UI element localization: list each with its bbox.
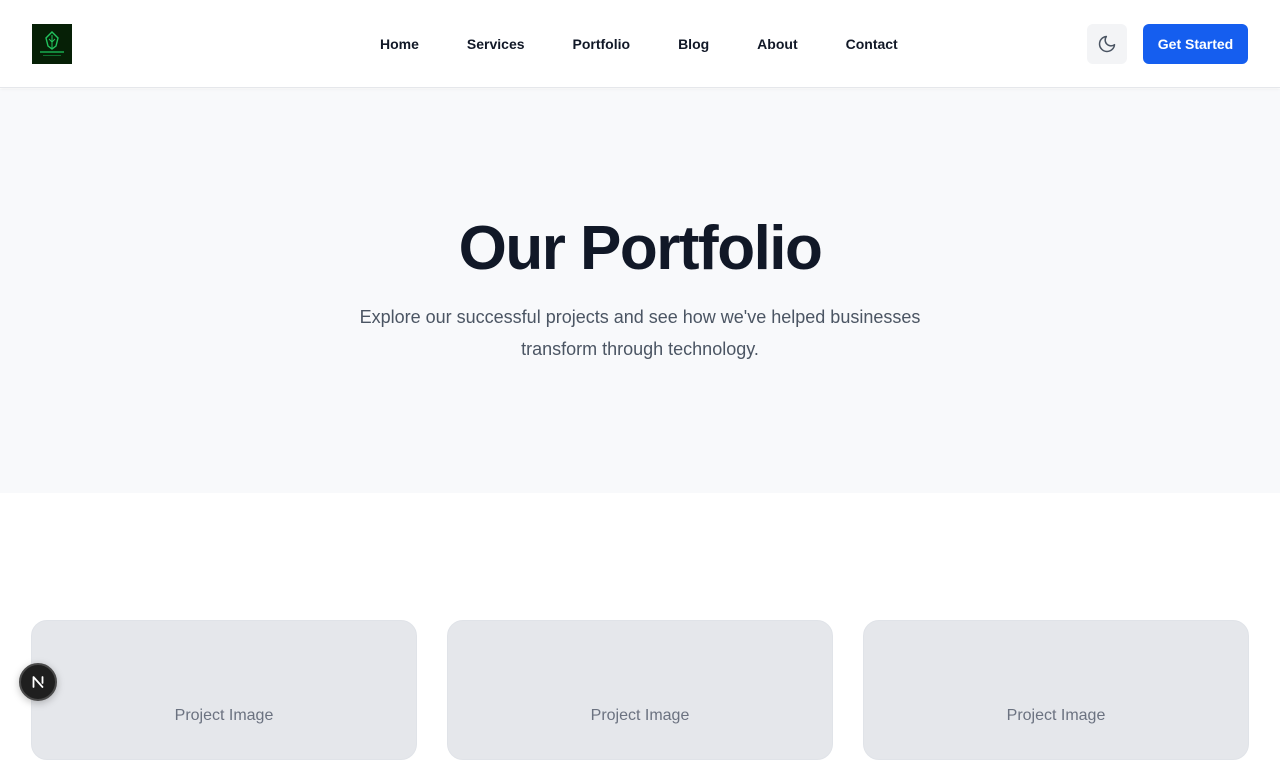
project-image-placeholder: Project Image [590, 707, 690, 724]
nextjs-n-icon [32, 676, 44, 688]
nav-blog[interactable]: Blog [678, 36, 709, 52]
project-image-placeholder: Project Image [1006, 707, 1106, 724]
nav-services[interactable]: Services [467, 36, 525, 52]
portfolio-hero: Our Portfolio Explore our successful pro… [0, 89, 1280, 493]
theme-toggle-button[interactable] [1087, 24, 1127, 64]
project-card[interactable]: Project Image [31, 620, 417, 760]
project-card[interactable]: Project Image [863, 620, 1249, 760]
leaf-logo-icon [32, 24, 72, 64]
nav-portfolio[interactable]: Portfolio [573, 36, 631, 52]
nav-home[interactable]: Home [380, 36, 419, 52]
nav-contact[interactable]: Contact [846, 36, 898, 52]
nextjs-dev-indicator-button[interactable] [19, 663, 57, 701]
project-card[interactable]: Project Image [447, 620, 833, 760]
project-image-placeholder: Project Image [174, 707, 274, 724]
company-logo[interactable] [32, 24, 72, 64]
site-header: Home Services Portfolio Blog About Conta… [0, 0, 1280, 88]
hero-subtitle: Explore our successful projects and see … [359, 307, 921, 359]
main-nav: Home Services Portfolio Blog About Conta… [380, 0, 898, 88]
page-title: Our Portfolio [458, 214, 823, 283]
get-started-button[interactable]: Get Started [1143, 24, 1248, 64]
nav-about[interactable]: About [757, 36, 797, 52]
moon-icon [1098, 35, 1116, 53]
